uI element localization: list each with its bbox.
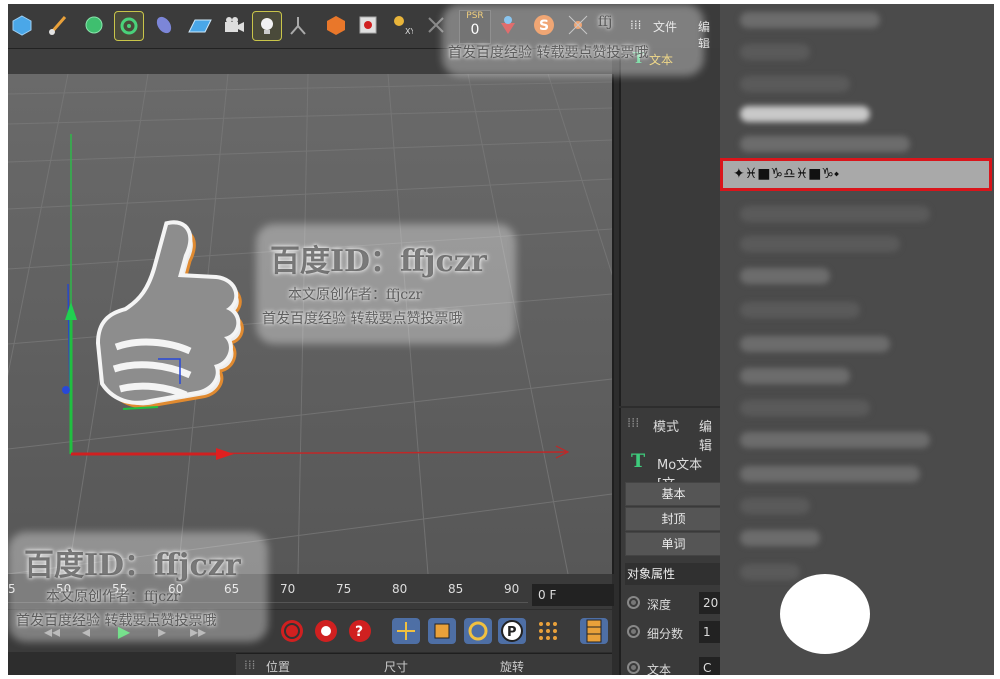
timeline-tick: 80 bbox=[392, 582, 408, 596]
render-icon[interactable] bbox=[354, 11, 382, 39]
text-row: 文本 C bbox=[621, 657, 722, 675]
list-item[interactable] bbox=[740, 530, 820, 546]
object-name-row: T Mo文本 [文 bbox=[621, 448, 722, 492]
text-object-icon: T bbox=[631, 450, 646, 472]
list-item[interactable] bbox=[740, 206, 930, 222]
list-item[interactable] bbox=[740, 76, 850, 92]
timeline-tick: 70 bbox=[280, 582, 296, 596]
deformer-icon[interactable] bbox=[150, 11, 178, 39]
list-item[interactable] bbox=[740, 400, 870, 416]
size-label: 尺寸 bbox=[384, 660, 409, 674]
watermark-slogan: 首发百度经验 转载要点赞投票哦 bbox=[16, 613, 217, 629]
grip-icon: ⁞⁞⁞ bbox=[627, 416, 640, 431]
text-label: 文本 bbox=[647, 663, 672, 675]
watermark-author: 本文原创作者：ffjczr bbox=[46, 589, 181, 605]
floor-icon[interactable] bbox=[186, 11, 214, 39]
subdivision-radio[interactable] bbox=[627, 625, 640, 638]
watermark-backdrop bbox=[442, 4, 704, 76]
tab-caps[interactable]: 封顶 bbox=[625, 507, 722, 531]
light-icon[interactable] bbox=[252, 11, 282, 41]
object-manager-panel: T 文本 bbox=[619, 48, 722, 406]
selected-font-item[interactable]: ✦♓■♑♎♓■♑⬩ bbox=[720, 158, 992, 191]
nurbs-icon[interactable] bbox=[80, 11, 108, 39]
list-item[interactable] bbox=[740, 564, 800, 580]
depth-label: 深度 bbox=[647, 598, 672, 612]
subdivision-row: 细分数 1 bbox=[621, 621, 722, 645]
list-item[interactable] bbox=[740, 336, 890, 352]
subdivision-label: 细分数 bbox=[647, 627, 684, 641]
svg-text:XYZ: XYZ bbox=[405, 27, 413, 36]
mode-menu[interactable]: 模式 bbox=[653, 416, 679, 435]
film-icon[interactable] bbox=[580, 618, 608, 644]
record-key-icon[interactable] bbox=[278, 618, 306, 644]
list-item[interactable] bbox=[740, 498, 810, 514]
attributes-header: ⁞⁞⁞ 模式 编辑 bbox=[621, 412, 722, 454]
help-key-icon[interactable]: ? bbox=[346, 618, 374, 644]
rotate-icon[interactable] bbox=[464, 618, 492, 644]
watermark-id: 百度ID：ffjczr bbox=[24, 548, 241, 583]
timeline-tick: 90 bbox=[504, 582, 520, 596]
move-icon[interactable] bbox=[392, 618, 420, 644]
depth-input[interactable]: 20 bbox=[699, 592, 721, 614]
coordinates-bar: ⁞⁞⁞ 位置 尺寸 旋转 bbox=[236, 653, 612, 675]
list-item[interactable] bbox=[740, 136, 910, 152]
pen-icon[interactable] bbox=[44, 11, 72, 39]
text-input[interactable]: C bbox=[699, 657, 721, 675]
coord-icon[interactable]: XYZ bbox=[388, 11, 416, 39]
auto-key-icon[interactable] bbox=[312, 618, 340, 644]
list-item[interactable] bbox=[740, 368, 850, 384]
svg-text:P: P bbox=[507, 625, 517, 640]
list-item[interactable] bbox=[740, 236, 900, 252]
text-radio[interactable] bbox=[627, 661, 640, 674]
list-item[interactable] bbox=[740, 466, 920, 482]
watermark-id: 百度ID：ffjczr bbox=[270, 244, 487, 279]
list-item[interactable] bbox=[740, 106, 870, 122]
material-icon[interactable] bbox=[322, 11, 350, 39]
list-item[interactable] bbox=[740, 432, 930, 448]
timeline-tick: 85 bbox=[448, 582, 464, 596]
point-icon[interactable]: P bbox=[498, 618, 526, 644]
current-frame-field[interactable]: 0 F bbox=[532, 584, 614, 606]
svg-text:?: ? bbox=[355, 624, 363, 640]
depth-row: 深度 20 bbox=[621, 592, 722, 616]
z-axis-handle[interactable] bbox=[62, 386, 70, 394]
grid-dots-icon[interactable] bbox=[534, 618, 562, 644]
list-item[interactable] bbox=[740, 12, 880, 28]
cube-icon[interactable] bbox=[8, 11, 36, 39]
attributes-panel: ⁞⁞⁞ 模式 编辑 T Mo文本 [文 基本 封顶 单词 对象属性 深度 20 … bbox=[619, 408, 722, 675]
list-item[interactable] bbox=[740, 44, 810, 60]
grip-icon: ⁞⁞⁞ bbox=[244, 658, 256, 672]
list-item[interactable] bbox=[740, 268, 830, 284]
array-icon[interactable] bbox=[114, 11, 144, 41]
object-properties-title: 对象属性 bbox=[625, 563, 722, 585]
watermark-slogan: 首发百度经验 转载要点赞投票哦 bbox=[448, 45, 649, 61]
subdivision-input[interactable]: 1 bbox=[699, 621, 721, 643]
timeline-tick: 75 bbox=[336, 582, 352, 596]
camera-icon[interactable] bbox=[220, 11, 248, 39]
watermark-author: 本文原创作者：ffjczr bbox=[288, 287, 423, 303]
depth-radio[interactable] bbox=[627, 596, 640, 609]
redacted-blob bbox=[780, 574, 870, 654]
list-item[interactable] bbox=[740, 302, 860, 318]
tab-basic[interactable]: 基本 bbox=[625, 482, 722, 506]
font-dropdown-list[interactable]: ✦♓■♑♎♓■♑⬩ bbox=[720, 4, 994, 675]
rotation-label: 旋转 bbox=[500, 660, 525, 674]
app-window: XYZ PSR 0 S ⁞⁞⁞ 文件 编辑 bbox=[8, 4, 994, 675]
scale-icon[interactable] bbox=[428, 618, 456, 644]
tab-word[interactable]: 单词 bbox=[625, 532, 722, 556]
position-label: 位置 bbox=[266, 660, 291, 674]
watermark-partial: ffj bbox=[598, 14, 613, 30]
watermark-slogan: 首发百度经验 转载要点赞投票哦 bbox=[262, 311, 463, 327]
figure-icon[interactable] bbox=[284, 11, 312, 39]
